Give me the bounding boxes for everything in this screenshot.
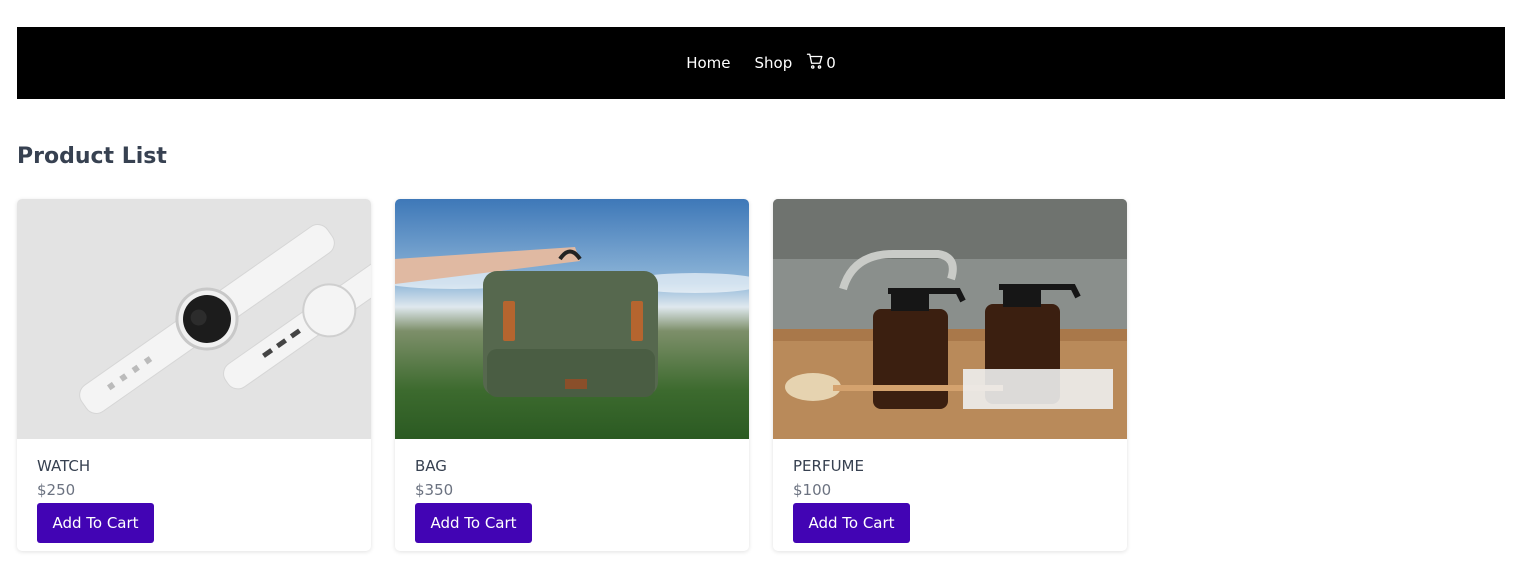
product-card-body: PERFUME $100 Add To Cart	[773, 439, 1127, 543]
page: Home Shop 0 Product List WATCH $250 Add …	[0, 0, 1532, 587]
product-card-body: BAG $350 Add To Cart	[395, 439, 749, 543]
product-card-body: WATCH $250 Add To Cart	[17, 439, 371, 543]
product-price: $100	[793, 481, 832, 499]
add-to-cart-button[interactable]: Add To Cart	[37, 503, 154, 543]
product-card-perfume: PERFUME $100 Add To Cart	[773, 199, 1127, 551]
product-card-bag: BAG $350 Add To Cart	[395, 199, 749, 551]
product-grid: WATCH $250 Add To Cart BAG $350 Add To C…	[17, 199, 1127, 551]
page-title: Product List	[17, 144, 167, 169]
product-name: BAG	[415, 457, 447, 475]
add-to-cart-button[interactable]: Add To Cart	[415, 503, 532, 543]
nav-link-home[interactable]: Home	[686, 54, 730, 72]
product-card-watch: WATCH $250 Add To Cart	[17, 199, 371, 551]
product-name: WATCH	[37, 457, 91, 475]
cart-link[interactable]: 0	[806, 52, 836, 74]
product-price: $350	[415, 481, 454, 499]
product-image-bag	[395, 199, 749, 439]
add-to-cart-button[interactable]: Add To Cart	[793, 503, 910, 543]
product-image-watch	[17, 199, 371, 439]
product-image-perfume	[773, 199, 1127, 439]
cart-icon	[806, 52, 824, 74]
nav-link-shop[interactable]: Shop	[755, 54, 793, 72]
product-price: $250	[37, 481, 76, 499]
product-name: PERFUME	[793, 457, 864, 475]
nav-links: Home Shop 0	[686, 52, 836, 74]
cart-count: 0	[826, 54, 836, 72]
top-navbar: Home Shop 0	[17, 27, 1505, 99]
